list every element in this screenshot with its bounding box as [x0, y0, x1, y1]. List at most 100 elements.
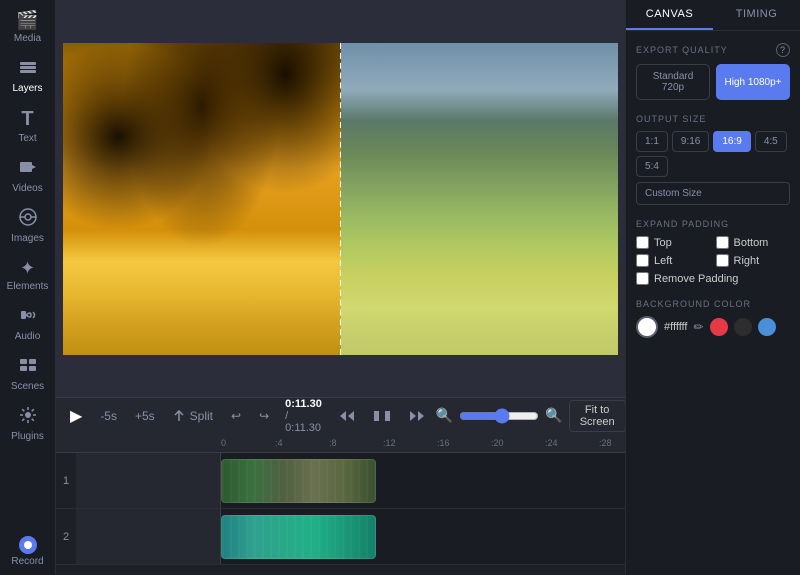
sidebar-item-images[interactable]: Images: [3, 202, 53, 250]
padding-right-checkbox[interactable]: [716, 254, 729, 267]
track-clip-1[interactable]: [221, 459, 376, 503]
color-edit-icon[interactable]: ✏: [693, 320, 703, 334]
zoom-slider[interactable]: [459, 408, 539, 424]
quality-high-button[interactable]: High 1080p+: [716, 64, 790, 100]
sidebar-item-record[interactable]: Record: [3, 530, 53, 573]
sidebar-item-media[interactable]: 🎬 Media: [3, 4, 53, 50]
sidebar-item-label: Text: [18, 133, 36, 144]
padding-top-checkbox[interactable]: [636, 236, 649, 249]
sidebar-item-text[interactable]: T Text: [3, 102, 53, 150]
sidebar-item-label: Media: [14, 33, 41, 44]
play-button[interactable]: ▶: [64, 402, 88, 430]
right-panel: CANVAS TIMING EXPORT QUALITY ? Standard …: [625, 0, 800, 575]
track-clip-2[interactable]: [221, 515, 376, 559]
sidebar-item-label: Audio: [15, 331, 41, 342]
skip-fwd-label: +5s: [135, 409, 155, 423]
size-9x16-button[interactable]: 9:16: [672, 131, 709, 152]
timeline-time: 0:11.30 / 0:11.30: [285, 398, 322, 434]
size-16x9-button[interactable]: 16:9: [713, 131, 750, 152]
padding-right-check[interactable]: Right: [716, 254, 791, 267]
remove-padding-checkbox[interactable]: [636, 272, 649, 285]
zoom-out-icon: 🔍: [436, 407, 453, 424]
skip-back-label: -5s: [100, 409, 117, 423]
padding-left-checkbox[interactable]: [636, 254, 649, 267]
expand-padding-section: EXPAND PADDING Top Bottom Left Right: [636, 219, 790, 285]
ruler-mark: :4: [275, 438, 329, 448]
sidebar-item-label: Layers: [12, 83, 42, 94]
ruler-marks: 0 :4 :8 :12 :16 :20 :24 :28 :32 :36 :40 …: [221, 438, 625, 448]
ruler-mark: :20: [491, 438, 545, 448]
quality-buttons: Standard 720p High 1080p+: [636, 64, 790, 100]
size-options: 1:1 9:16 16:9 4:5 5:4: [636, 131, 790, 177]
sidebar-item-audio[interactable]: Audio: [3, 300, 53, 348]
padding-bottom-checkbox[interactable]: [716, 236, 729, 249]
sidebar-item-elements[interactable]: ✦ Elements: [3, 252, 53, 298]
padding-top-check[interactable]: Top: [636, 236, 711, 249]
sidebar-item-label: Scenes: [11, 381, 44, 392]
sidebar-item-plugins[interactable]: Plugins: [3, 400, 53, 448]
tab-timing[interactable]: TIMING: [713, 0, 800, 30]
size-1x1-button[interactable]: 1:1: [636, 131, 668, 152]
redo-button[interactable]: ↪: [253, 405, 275, 427]
skip-fwd-button[interactable]: +5s: [129, 405, 161, 427]
images-icon: [19, 208, 37, 231]
audio-icon: [19, 306, 37, 329]
split-button[interactable]: Split: [167, 405, 219, 427]
speed-center-button[interactable]: [368, 407, 396, 425]
tab-canvas[interactable]: CANVAS: [626, 0, 713, 30]
panel-tabs: CANVAS TIMING: [626, 0, 800, 31]
white-color-swatch[interactable]: [636, 316, 658, 338]
zoom-in-icon: 🔍: [545, 407, 562, 424]
remove-padding-check[interactable]: Remove Padding: [636, 272, 790, 285]
sidebar-item-videos[interactable]: Videos: [3, 152, 53, 200]
sidebar-item-label: Record: [11, 556, 43, 567]
sidebar-item-label: Elements: [7, 281, 49, 292]
canvas-right-clip: [341, 43, 619, 355]
speed-left-button[interactable]: [334, 407, 362, 425]
size-5x4-button[interactable]: 5:4: [636, 156, 668, 177]
canvas-left-image: [63, 43, 341, 355]
track-controls-2: [76, 509, 221, 564]
plugins-icon: [19, 406, 37, 429]
output-size-section: OUTPUT SIZE 1:1 9:16 16:9 4:5 5:4: [636, 114, 790, 205]
ruler-mark: :28: [599, 438, 625, 448]
sidebar: 🎬 Media Layers T Text Videos: [0, 0, 56, 575]
export-quality-info-icon[interactable]: ?: [776, 43, 790, 57]
scenes-icon: [19, 356, 37, 379]
sidebar-item-scenes[interactable]: Scenes: [3, 350, 53, 398]
skip-back-button[interactable]: -5s: [94, 405, 123, 427]
track-row-2: 2: [56, 509, 625, 565]
canvas-frame[interactable]: [63, 43, 618, 355]
padding-grid: Top Bottom Left Right: [636, 236, 790, 267]
timeline-tracks: 1 2: [56, 453, 625, 575]
export-quality-section: EXPORT QUALITY ? Standard 720p High 1080…: [636, 43, 790, 100]
fit-to-screen-button[interactable]: Fit to Screen: [569, 400, 625, 432]
speed-right-button[interactable]: [402, 407, 430, 425]
background-color-section: BACKGROUND COLOR #ffffff ✏: [636, 299, 790, 338]
sidebar-item-label: Videos: [12, 183, 42, 194]
ruler-mark: :16: [437, 438, 491, 448]
color-dot-blue[interactable]: [758, 318, 776, 336]
videos-icon: [19, 158, 37, 181]
sidebar-item-label: Images: [11, 233, 44, 244]
output-size-label: OUTPUT SIZE: [636, 114, 790, 124]
padding-left-check[interactable]: Left: [636, 254, 711, 267]
canvas-left-clip: [63, 43, 341, 355]
split-label: Split: [190, 409, 213, 423]
track-content-2[interactable]: [221, 509, 625, 564]
quality-standard-button[interactable]: Standard 720p: [636, 64, 710, 100]
track-label-1: 1: [56, 453, 76, 508]
main-area: ▶ -5s +5s Split ↩ ↪ 0:11.30 / 0:11.30: [56, 0, 625, 575]
track-content-1[interactable]: [221, 453, 625, 508]
color-dot-dark[interactable]: [734, 318, 752, 336]
undo-button[interactable]: ↩: [225, 405, 247, 427]
ruler-mark: :24: [545, 438, 599, 448]
custom-size-button[interactable]: Custom Size: [636, 182, 790, 205]
sidebar-item-layers[interactable]: Layers: [3, 52, 53, 100]
color-dot-red[interactable]: [710, 318, 728, 336]
canvas-area: [56, 0, 625, 397]
background-color-label: BACKGROUND COLOR: [636, 299, 790, 309]
elements-icon: ✦: [20, 258, 35, 279]
size-4x5-button[interactable]: 4:5: [755, 131, 787, 152]
padding-bottom-check[interactable]: Bottom: [716, 236, 791, 249]
